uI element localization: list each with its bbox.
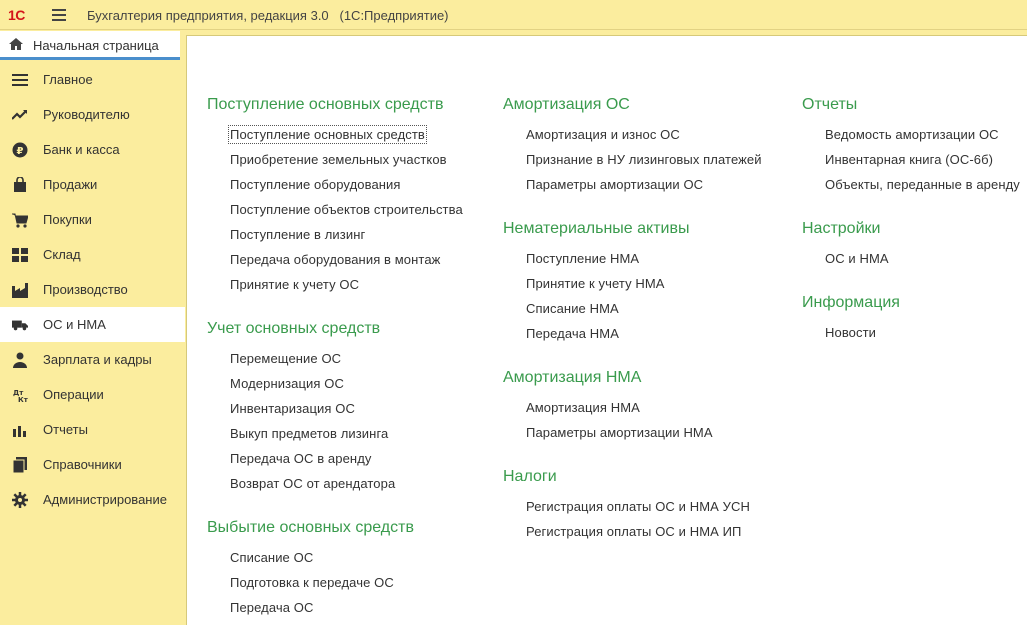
home-tab-label: Начальная страница: [33, 38, 159, 53]
home-icon: [9, 38, 23, 50]
books-icon: [12, 457, 28, 473]
sidebar-item-label: Отчеты: [43, 422, 88, 437]
bag-icon: [12, 177, 28, 193]
sidebar-item[interactable]: Справочники: [0, 447, 185, 482]
nav-link[interactable]: ОС и НМА: [825, 251, 889, 266]
sidebar-item-label: Склад: [43, 247, 81, 262]
trend-icon: [12, 107, 28, 123]
sidebar-item-label: Производство: [43, 282, 128, 297]
nav-link[interactable]: Передача ОС: [230, 600, 314, 615]
section-title: Информация: [802, 294, 900, 311]
sidebar-item-label: Банк и касса: [43, 142, 120, 157]
main-content: Поступление основных средств Поступление …: [186, 35, 1027, 625]
section-title: Выбытие основных средств: [207, 519, 414, 536]
nav-link[interactable]: Возврат ОС от арендатора: [230, 476, 395, 491]
sidebar-item[interactable]: Руководителю: [0, 97, 185, 132]
sidebar-item[interactable]: ОС и НМА: [0, 307, 185, 342]
home-tab[interactable]: Начальная страница: [0, 31, 180, 60]
ruble-icon: ₽: [12, 142, 28, 158]
sidebar: Главное Руководителю ₽ Банк и касса Продажи П…: [0, 62, 185, 625]
sidebar-item-label: Справочники: [43, 457, 122, 472]
nav-link[interactable]: Новости: [825, 325, 876, 340]
nav-link[interactable]: Объекты, переданные в аренду: [825, 177, 1020, 192]
section-title: Поступление основных средств: [207, 96, 444, 113]
sidebar-item-label: Руководителю: [43, 107, 130, 122]
nav-link[interactable]: Параметры амортизации ОС: [526, 177, 703, 192]
svg-text:₽: ₽: [17, 146, 24, 157]
sidebar-item-label: Администрирование: [43, 492, 167, 507]
nav-link[interactable]: Списание НМА: [526, 301, 619, 316]
nav-link[interactable]: Перемещение ОС: [230, 351, 341, 366]
nav-link[interactable]: Признание в НУ лизинговых платежей: [526, 152, 762, 167]
nav-link[interactable]: Инвентаризация ОС: [230, 401, 355, 416]
nav-link[interactable]: Приобретение земельных участков: [230, 152, 447, 167]
title-bar: 1С Бухгалтерия предприятия, редакция 3.0…: [0, 0, 1027, 30]
dt-kt-icon: Дт Кт: [12, 387, 28, 403]
sidebar-item[interactable]: Продажи: [0, 167, 185, 202]
factory-icon: [12, 282, 28, 298]
svg-text:Кт: Кт: [18, 396, 28, 403]
nav-link[interactable]: Инвентарная книга (ОС-6б): [825, 152, 993, 167]
section-title: Амортизация НМА: [503, 369, 642, 386]
sidebar-item[interactable]: Администрирование: [0, 482, 185, 517]
nav-link[interactable]: Передача НМА: [526, 326, 619, 341]
sidebar-item[interactable]: Дт Кт Операции: [0, 377, 185, 412]
nav-link[interactable]: Принятие к учету ОС: [230, 277, 359, 292]
sidebar-item[interactable]: Зарплата и кадры: [0, 342, 185, 377]
nav-link[interactable]: Поступление НМА: [526, 251, 639, 266]
nav-link[interactable]: Регистрация оплаты ОС и НМА УСН: [526, 499, 750, 514]
nav-link[interactable]: Списание ОС: [230, 550, 313, 565]
grid-icon: [12, 247, 28, 263]
section-title: Настройки: [802, 220, 881, 237]
barchart-icon: [12, 422, 28, 438]
sidebar-item-label: Главное: [43, 72, 93, 87]
sidebar-item-label: Зарплата и кадры: [43, 352, 152, 367]
section-title: Отчеты: [802, 96, 858, 113]
nav-link[interactable]: Ведомость амортизации ОС: [825, 127, 999, 142]
sidebar-item[interactable]: Покупки: [0, 202, 185, 237]
platform-text: (1С:Предприятие): [339, 8, 449, 23]
nav-link[interactable]: Поступление основных средств: [228, 125, 427, 144]
person-icon: [12, 352, 28, 368]
section-title: Налоги: [503, 468, 557, 485]
window-title: Бухгалтерия предприятия, редакция 3.0 (1…: [87, 8, 449, 23]
cart-icon: [12, 212, 28, 228]
app-logo[interactable]: 1С: [8, 7, 25, 23]
nav-link[interactable]: Амортизация НМА: [526, 400, 640, 415]
nav-link[interactable]: Принятие к учету НМА: [526, 276, 665, 291]
nav-link[interactable]: Передача оборудования в монтаж: [230, 252, 440, 267]
nav-link[interactable]: Амортизация и износ ОС: [526, 127, 680, 142]
truck-icon: [12, 317, 28, 333]
sidebar-item[interactable]: Главное: [0, 62, 185, 97]
menu-icon[interactable]: [52, 9, 66, 21]
nav-link[interactable]: Регистрация оплаты ОС и НМА ИП: [526, 524, 742, 539]
sidebar-item[interactable]: ₽ Банк и касса: [0, 132, 185, 167]
app-title-text: Бухгалтерия предприятия, редакция 3.0: [87, 8, 329, 23]
sidebar-item-label: Операции: [43, 387, 104, 402]
nav-link[interactable]: Подготовка к передаче ОС: [230, 575, 394, 590]
sidebar-item-label: Продажи: [43, 177, 98, 192]
section-title: Нематериальные активы: [503, 220, 690, 237]
list-icon: [12, 72, 28, 88]
nav-link[interactable]: Поступление объектов строительства: [230, 202, 463, 217]
section-title: Амортизация ОС: [503, 96, 630, 113]
sidebar-item-label: Покупки: [43, 212, 92, 227]
nav-link[interactable]: Передача ОС в аренду: [230, 451, 371, 466]
sidebar-item[interactable]: Отчеты: [0, 412, 185, 447]
nav-link[interactable]: Модернизация ОС: [230, 376, 344, 391]
section-title: Учет основных средств: [207, 320, 381, 337]
gear-icon: [12, 492, 28, 508]
nav-link[interactable]: Поступление оборудования: [230, 177, 401, 192]
nav-link[interactable]: Выкуп предметов лизинга: [230, 426, 388, 441]
sidebar-item-label: ОС и НМА: [43, 317, 106, 332]
sidebar-item[interactable]: Производство: [0, 272, 185, 307]
nav-link[interactable]: Поступление в лизинг: [230, 227, 365, 242]
sidebar-item[interactable]: Склад: [0, 237, 185, 272]
nav-link[interactable]: Параметры амортизации НМА: [526, 425, 713, 440]
